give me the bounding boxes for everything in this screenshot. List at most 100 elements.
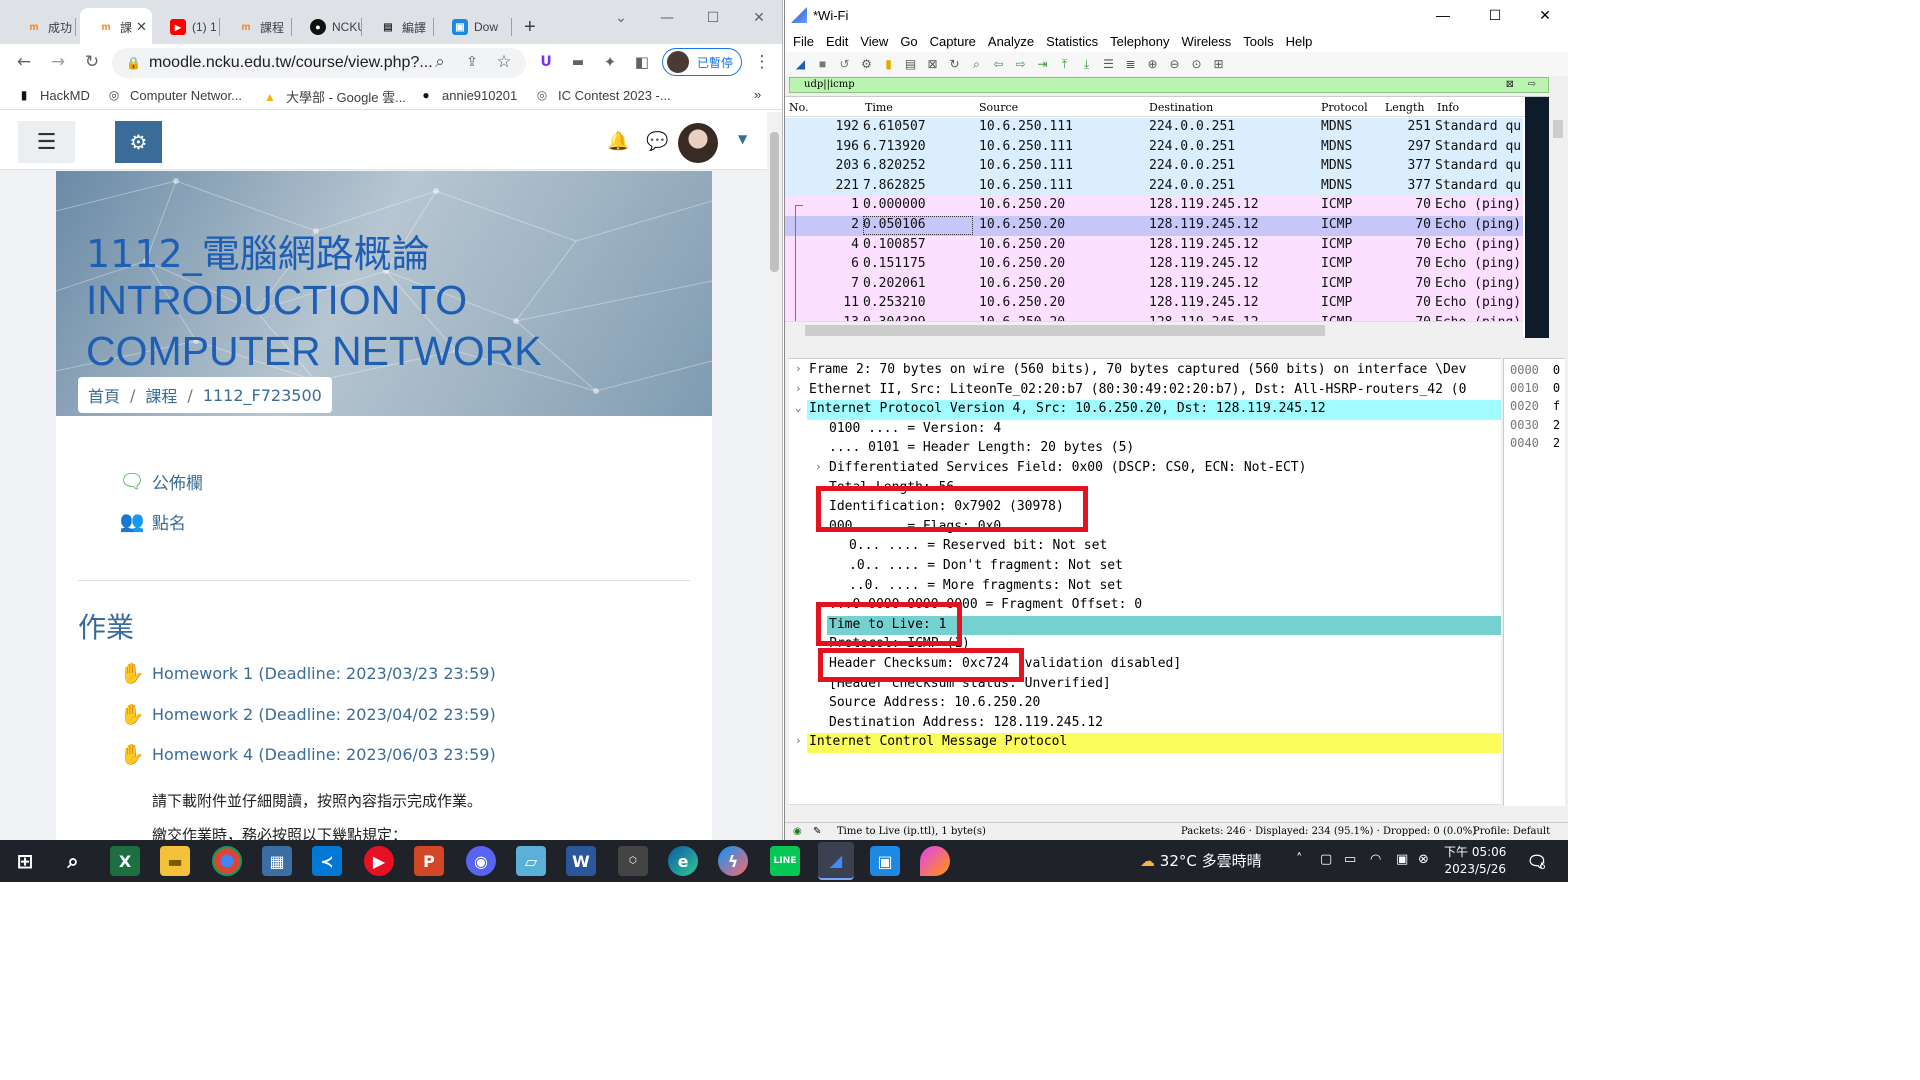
column-time[interactable]: Time xyxy=(865,101,893,114)
homework-1-link[interactable]: ✋ Homework 1 (Deadline: 2023/03/23 23:59… xyxy=(118,660,496,686)
menu-telephony[interactable]: Telephony xyxy=(1110,34,1169,49)
discord-icon[interactable]: ◉ xyxy=(466,846,496,876)
packet-row[interactable]: 2 0.050106 10.6.250.20 128.119.245.12 ICMP 70… xyxy=(785,216,1523,236)
chrome-icon[interactable] xyxy=(212,846,242,876)
display-filter-input[interactable]: udp||icmp ⊠ ⇨ xyxy=(789,77,1549,93)
expand-arrow-icon[interactable]: › xyxy=(795,382,802,395)
detail-row[interactable]: › Differentiated Services Field: 0x00 (DS… xyxy=(789,459,1501,479)
menu-tools[interactable]: Tools xyxy=(1243,34,1273,49)
wifi-icon[interactable]: ◠ xyxy=(1370,852,1381,867)
notepad-icon[interactable]: ▱ xyxy=(516,846,546,876)
close-window-icon[interactable]: ✕ xyxy=(736,4,782,32)
vscode-icon[interactable]: ≺ xyxy=(312,846,342,876)
packet-row[interactable]: 7 0.202061 10.6.250.20 128.119.245.12 ICMP 70… xyxy=(785,274,1523,295)
course-admin-gear-icon[interactable]: ⚙ xyxy=(115,121,162,163)
wireshark-helper-icon[interactable]: ⬡ xyxy=(618,846,648,876)
zoom-in-icon[interactable]: ⊕ xyxy=(1143,55,1162,73)
activity-forum[interactable]: 🗨 公佈欄 xyxy=(118,468,203,494)
tab-4[interactable]: m 課程 xyxy=(220,8,292,46)
page-scrollbar[interactable] xyxy=(767,112,782,840)
media-player-icon[interactable]: ▶ xyxy=(364,846,394,876)
menu-statistics[interactable]: Statistics xyxy=(1046,34,1098,49)
expert-info-icon[interactable]: ◉ xyxy=(793,826,802,837)
powerpoint-icon[interactable]: P xyxy=(414,846,444,876)
hamburger-menu-icon[interactable]: ☰ xyxy=(18,121,75,163)
detail-row[interactable]: › Ethernet II, Src: LiteonTe_02:20:b7 (80… xyxy=(789,381,1501,401)
packet-row[interactable]: 192 6.610507 10.6.250.111 224.0.0.251 MDNS 25… xyxy=(785,118,1523,138)
search-icon[interactable]: ⌕ xyxy=(58,846,88,876)
network-icon[interactable]: ▣ xyxy=(1396,852,1408,867)
clear-filter-icon[interactable]: ⊠ xyxy=(1506,78,1514,92)
minimize-icon[interactable]: — xyxy=(644,4,690,32)
packet-row[interactable]: 1 0.000000 10.6.250.20 128.119.245.12 ICMP 70… xyxy=(785,196,1523,216)
messenger-icon[interactable]: ϟ xyxy=(718,846,748,876)
zoom-out-icon[interactable]: ⊖ xyxy=(1165,55,1184,73)
notification-center-icon[interactable]: 🗨 xyxy=(1522,846,1552,876)
file-explorer-icon[interactable]: ▬ xyxy=(160,846,190,876)
zoom-icon[interactable]: ⌕ xyxy=(426,48,454,76)
clock[interactable]: 下午 05:06 2023/5/26 xyxy=(1444,844,1506,878)
minimize-icon[interactable]: — xyxy=(1423,4,1463,26)
detail-row[interactable]: › Frame 2: 70 bytes on wire (560 bits), 7… xyxy=(789,361,1501,381)
homework-4-link[interactable]: ✋ Homework 4 (Deadline: 2023/06/03 23:59… xyxy=(118,741,496,767)
windows-start-icon[interactable]: ⊞ xyxy=(10,846,40,876)
bookmark-star-icon[interactable]: ☆ xyxy=(490,48,518,76)
menu-view[interactable]: View xyxy=(860,34,888,49)
stop-capture-icon[interactable]: ■ xyxy=(813,55,832,73)
breadcrumb-home[interactable]: 首頁 xyxy=(88,383,120,407)
share-icon[interactable]: ⇪ xyxy=(458,48,486,76)
packet-row[interactable]: 221 7.862825 10.6.250.111 224.0.0.251 MDNS 37… xyxy=(785,176,1523,197)
go-back-icon[interactable]: ⇦ xyxy=(989,55,1008,73)
bytes-row[interactable]: 0030 2 xyxy=(1510,418,1560,432)
detail-row[interactable]: .0.. .... = Don't fragment: Not set xyxy=(789,557,1501,577)
column-protocol[interactable]: Protocol xyxy=(1321,101,1368,114)
find-packet-icon[interactable]: ⌕ xyxy=(967,55,986,73)
close-window-icon[interactable]: ✕ xyxy=(1525,4,1565,26)
menu-edit[interactable]: Edit xyxy=(826,34,848,49)
back-icon[interactable]: ← xyxy=(10,48,38,76)
chrome-menu-icon[interactable]: ⋮ xyxy=(748,48,776,76)
go-to-packet-icon[interactable]: ⇥ xyxy=(1033,55,1052,73)
extensions-puzzle-icon[interactable]: ✦ xyxy=(596,48,624,76)
detail-row[interactable]: .... 0101 = Header Length: 20 bytes (5) xyxy=(789,439,1501,459)
bookmark-google-drive[interactable]: ▲ 大學部 - Google 雲... xyxy=(262,87,406,106)
tab-2-active[interactable]: m 課 ✕ xyxy=(80,8,152,46)
column-length[interactable]: Length xyxy=(1385,101,1424,114)
tray-app-icon[interactable]: ▢ xyxy=(1320,852,1332,867)
edge-icon[interactable]: e xyxy=(668,846,698,876)
column-destination[interactable]: Destination xyxy=(1149,101,1213,114)
detail-row[interactable]: › Internet Control Message Protocol xyxy=(789,733,1501,753)
maximize-icon[interactable]: ☐ xyxy=(1475,4,1515,26)
last-packet-icon[interactable]: ⤓ xyxy=(1077,55,1096,73)
column-info[interactable]: Info xyxy=(1437,101,1459,114)
column-source[interactable]: Source xyxy=(979,101,1018,114)
save-file-icon[interactable]: ▤ xyxy=(901,55,920,73)
calculator-icon[interactable]: ▦ xyxy=(262,846,292,876)
reload-icon[interactable]: ↻ xyxy=(78,48,106,76)
restart-capture-icon[interactable]: ↺ xyxy=(835,55,854,73)
resize-columns-icon[interactable]: ⊞ xyxy=(1209,55,1228,73)
open-file-icon[interactable]: ▮ xyxy=(879,55,898,73)
messages-icon[interactable]: 💬 xyxy=(646,131,668,152)
tab-6[interactable]: ▤ 編譯 xyxy=(362,8,434,46)
menu-help[interactable]: Help xyxy=(1286,34,1313,49)
expand-arrow-icon[interactable]: › xyxy=(795,362,802,375)
tab-3[interactable]: ▶ (1) 1 xyxy=(152,8,220,46)
packet-row[interactable]: 203 6.820252 10.6.250.111 224.0.0.251 MDNS 37… xyxy=(785,157,1523,177)
detail-row[interactable]: ..0. .... = More fragments: Not set xyxy=(789,577,1501,597)
user-menu-caret-icon[interactable]: ▼ xyxy=(738,132,747,146)
menu-go[interactable]: Go xyxy=(900,34,917,49)
bookmark-github[interactable]: ● annie910201 xyxy=(418,87,517,103)
tab-search-icon[interactable]: ⌄ xyxy=(598,4,644,32)
packet-row[interactable]: 11 0.253210 10.6.250.20 128.119.245.12 ICMP 7… xyxy=(785,294,1523,314)
detail-row[interactable]: 0100 .... = Version: 4 xyxy=(789,420,1501,440)
wireshark-icon[interactable]: ◢ xyxy=(818,842,854,880)
profile-paused-button[interactable]: 已暫停 xyxy=(662,48,742,76)
show-hidden-icons-icon[interactable]: ˄ xyxy=(1296,852,1303,867)
menu-analyze[interactable]: Analyze xyxy=(988,34,1034,49)
extension-u-icon[interactable]: U xyxy=(532,48,560,76)
first-packet-icon[interactable]: ⤒ xyxy=(1055,55,1074,73)
tab-1[interactable]: m 成功 xyxy=(8,8,76,46)
capture-options-icon[interactable]: ⚙ xyxy=(857,55,876,73)
maximize-icon[interactable]: ☐ xyxy=(690,4,736,32)
